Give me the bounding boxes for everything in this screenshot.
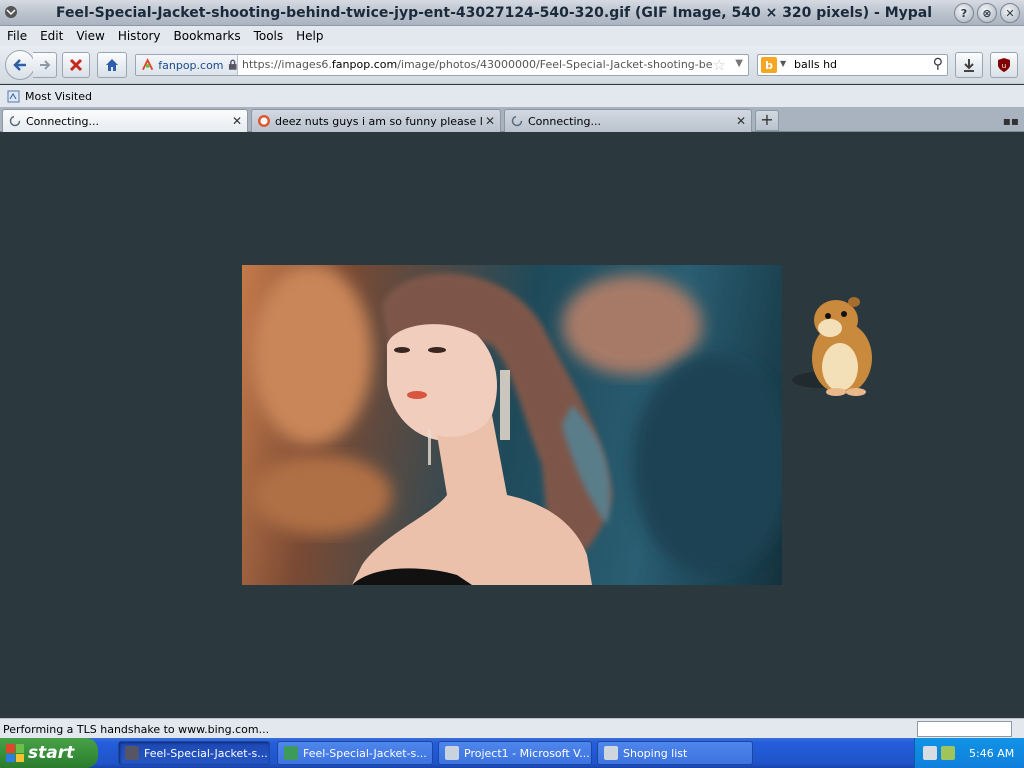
taskbar-button-label: Feel-Special-Jacket-s... xyxy=(144,746,268,760)
portrait-photo xyxy=(252,265,782,585)
minimize-icon: ? xyxy=(960,6,968,20)
most-visited-icon xyxy=(7,90,20,102)
menu-bookmarks[interactable]: Bookmarks xyxy=(173,29,249,43)
menu-tools[interactable]: Tools xyxy=(253,29,292,43)
forward-arrow-icon xyxy=(39,60,50,70)
tab-close-icon[interactable]: ✕ xyxy=(734,114,748,128)
svg-text:u: u xyxy=(1002,62,1006,70)
start-label: start xyxy=(28,743,75,763)
url-prefix: https://images6. xyxy=(242,58,332,71)
tab-label: Connecting... xyxy=(26,114,99,128)
menu-file[interactable]: File xyxy=(6,29,35,43)
stop-x-icon xyxy=(69,58,83,72)
taskbar-button-label: Feel-Special-Jacket-s... xyxy=(303,746,427,760)
tab-connecting-2[interactable]: Connecting... ✕ xyxy=(504,109,752,132)
loading-throbber-icon xyxy=(509,113,525,129)
bing-engine-icon[interactable]: b xyxy=(761,57,777,73)
menu-bar: File Edit View History Bookmarks Tools H… xyxy=(0,26,1024,46)
status-progress-box xyxy=(917,721,1012,737)
windows-flag-icon xyxy=(6,744,24,762)
clock[interactable]: 5:46 AM xyxy=(969,747,1014,760)
gif-image[interactable] xyxy=(242,265,782,585)
back-button[interactable] xyxy=(5,50,35,80)
status-bar: Performing a TLS handshake to www.bing.c… xyxy=(0,718,1024,738)
taskbar-button-image-viewer[interactable]: Feel-Special-Jacket-s... xyxy=(277,741,433,765)
ublock-button[interactable]: u xyxy=(990,52,1018,78)
title-bar[interactable]: Feel-Special-Jacket-shooting-behind-twic… xyxy=(0,0,1024,26)
shopping-list-task-icon xyxy=(604,746,618,760)
downloads-button[interactable] xyxy=(955,52,983,78)
engine-dropdown-icon[interactable]: ▼ xyxy=(780,59,786,68)
tab-close-icon[interactable]: ✕ xyxy=(230,114,244,128)
menu-view[interactable]: View xyxy=(75,29,112,43)
tab-deez-nuts[interactable]: deez nuts guys i am so funny please laug… xyxy=(251,109,501,132)
site-identity-button[interactable]: fanpop.com xyxy=(136,55,238,75)
url-text[interactable]: https://images6.fanpop.com/image/photos/… xyxy=(242,58,712,71)
restore-icon: ⊗ xyxy=(982,6,992,20)
menu-help[interactable]: Help xyxy=(295,29,331,43)
system-tray: 5:46 AM xyxy=(914,738,1024,768)
taskbar-button-label: Shoping list xyxy=(623,746,688,760)
minimize-button[interactable]: ? xyxy=(954,3,974,23)
back-arrow-icon xyxy=(13,59,26,71)
menu-history[interactable]: History xyxy=(117,29,169,43)
image-viewer-task-icon xyxy=(284,746,298,760)
navigation-toolbar: fanpop.com https://images6.fanpop.com/im… xyxy=(0,46,1024,84)
site-identity-label: fanpop.com xyxy=(158,58,224,72)
lock-icon xyxy=(228,59,237,70)
mypal-app-icon xyxy=(5,6,17,18)
url-path: /image/photos/43000000/Feel-Special-Jack… xyxy=(397,58,712,71)
url-domain: fanpop.com xyxy=(331,58,398,71)
download-arrow-icon xyxy=(964,59,974,72)
network-tray-icon[interactable] xyxy=(923,746,937,760)
home-button[interactable] xyxy=(97,52,127,78)
forward-button[interactable] xyxy=(33,52,57,78)
close-icon: ✕ xyxy=(1005,6,1015,20)
maximize-button[interactable]: ⊗ xyxy=(977,3,997,23)
start-button[interactable]: start xyxy=(0,738,98,768)
bookmarks-toolbar: Most Visited xyxy=(0,85,1024,107)
duckduckgo-favicon xyxy=(256,113,272,129)
bookmark-star-icon[interactable]: ☆ xyxy=(713,56,726,74)
taskbar: start Feel-Special-Jacket-s... Feel-Spec… xyxy=(0,738,1024,768)
most-visited-bookmark[interactable]: Most Visited xyxy=(25,90,92,103)
tab-close-icon[interactable]: ✕ xyxy=(483,114,497,128)
list-all-tabs-icon[interactable]: ▪▪ xyxy=(1003,114,1019,128)
new-tab-button[interactable]: + xyxy=(755,110,779,131)
menu-edit[interactable]: Edit xyxy=(39,29,71,43)
mypal-task-icon xyxy=(125,746,139,760)
visual-basic-task-icon xyxy=(445,746,459,760)
ublock-shield-icon: u xyxy=(998,58,1010,72)
tab-label: deez nuts guys i am so funny please laug… xyxy=(275,114,483,128)
stop-button[interactable] xyxy=(62,52,90,78)
page-content xyxy=(0,132,1024,718)
hamster-desktop-pet[interactable] xyxy=(790,292,876,402)
fanpop-favicon xyxy=(142,58,154,71)
taskbar-button-vb-project[interactable]: Project1 - Microsoft V... xyxy=(438,741,592,765)
taskbar-button-mypal[interactable]: Feel-Special-Jacket-s... xyxy=(118,741,270,765)
tab-label: Connecting... xyxy=(528,114,601,128)
taskbar-button-label: Project1 - Microsoft V... xyxy=(464,746,590,760)
plus-icon: + xyxy=(760,110,774,129)
search-input[interactable]: balls hd xyxy=(794,58,837,71)
volume-tray-icon[interactable] xyxy=(941,746,955,760)
home-icon xyxy=(106,59,118,71)
search-icon[interactable]: ⚲ xyxy=(933,56,943,72)
status-text: Performing a TLS handshake to www.bing.c… xyxy=(3,723,270,736)
loading-throbber-icon xyxy=(7,113,23,129)
close-window-button[interactable]: ✕ xyxy=(1000,3,1020,23)
address-bar[interactable]: fanpop.com https://images6.fanpop.com/im… xyxy=(135,54,749,76)
url-dropdown-icon[interactable]: ▼ xyxy=(735,58,743,69)
tab-strip: Connecting... ✕ deez nuts guys i am so f… xyxy=(0,107,1024,132)
window-title: Feel-Special-Jacket-shooting-behind-twic… xyxy=(56,5,933,21)
taskbar-button-shopping-list[interactable]: Shoping list xyxy=(597,741,753,765)
search-bar[interactable]: b ▼ balls hd ⚲ xyxy=(757,54,948,76)
tab-connecting-1[interactable]: Connecting... ✕ xyxy=(2,109,248,132)
